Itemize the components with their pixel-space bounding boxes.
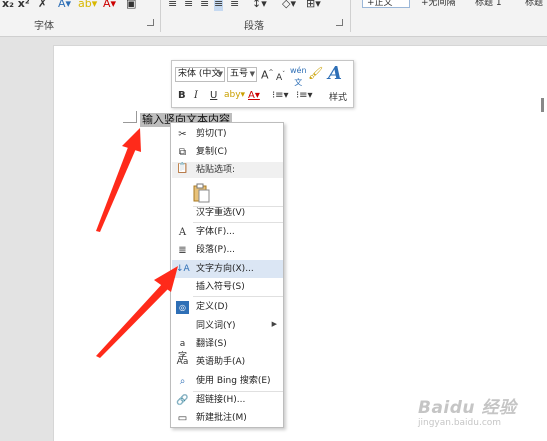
arrow-to-text-direction: [96, 266, 178, 358]
arrow-to-selected-text: [96, 128, 141, 232]
watermark-brand: Baidu 经验: [418, 398, 517, 418]
watermark: Baidu 经验 jingyan.baidu.com: [418, 393, 516, 428]
watermark-url: jingyan.baidu.com: [418, 418, 502, 428]
annotation-arrows: [96, 128, 178, 358]
